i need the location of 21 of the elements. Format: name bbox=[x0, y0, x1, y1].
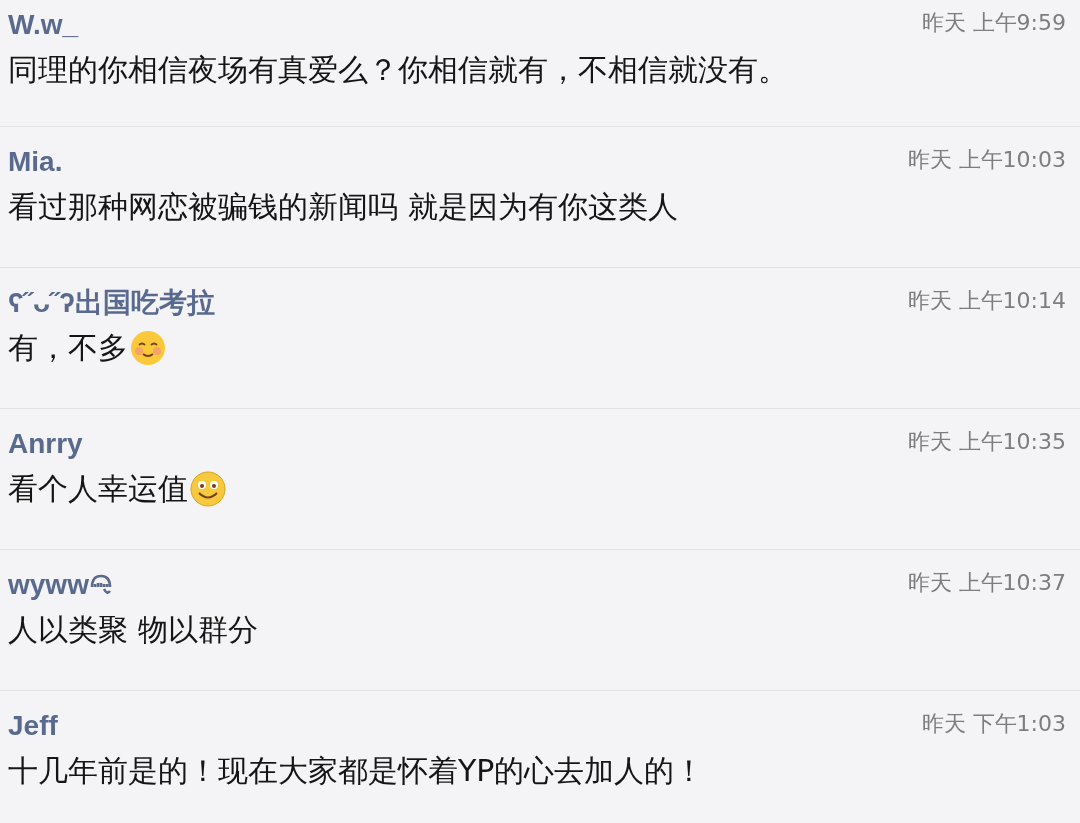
user-name[interactable]: W.w_ bbox=[8, 8, 78, 42]
timestamp: 昨天 上午10:37 bbox=[907, 569, 1066, 597]
user-name[interactable]: ʕ˝ᴗ˝ʔ出国吃考拉 bbox=[8, 286, 215, 320]
comment-text: 人以类聚 物以群分 bbox=[8, 611, 258, 649]
doodle-icon bbox=[89, 573, 112, 597]
blushing-face-icon bbox=[130, 330, 166, 366]
comment-text: 看个人幸运值 bbox=[8, 470, 188, 508]
comment-text: 看过那种网恋被骗钱的新闻吗 就是因为有你这类人 bbox=[8, 188, 678, 226]
timestamp: 昨天 下午1:03 bbox=[921, 710, 1066, 738]
comment-text: 十几年前是的！现在大家都是怀着YP的心去加人的！ bbox=[8, 752, 705, 790]
user-name[interactable]: Anrry bbox=[8, 427, 83, 461]
user-name[interactable]: wyww bbox=[8, 568, 89, 602]
timestamp: 昨天 上午10:03 bbox=[907, 146, 1066, 174]
timestamp: 昨天 上午10:14 bbox=[907, 287, 1066, 315]
user-name[interactable]: Mia. bbox=[8, 145, 63, 179]
timestamp: 昨天 上午9:59 bbox=[921, 9, 1066, 37]
smiling-face-icon bbox=[190, 471, 226, 507]
user-name[interactable]: Jeff bbox=[8, 709, 58, 743]
timestamp: 昨天 上午10:35 bbox=[907, 428, 1066, 456]
comment-text: 同理的你相信夜场有真爱么？你相信就有，不相信就没有。 bbox=[8, 51, 788, 89]
comment-text: 有，不多 bbox=[8, 329, 128, 367]
